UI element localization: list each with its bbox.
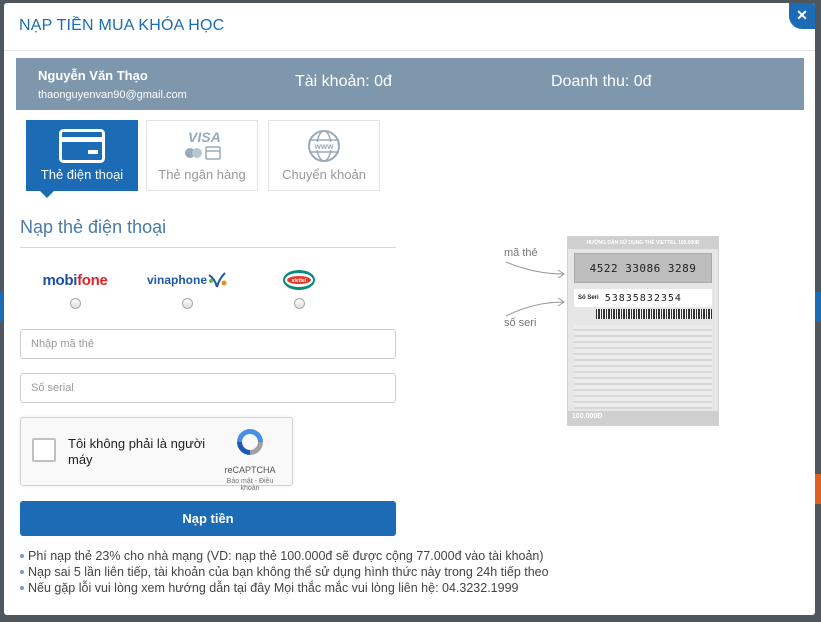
www-globe-icon: www <box>269 121 379 163</box>
visa-mastercard-icon: VISA <box>147 121 257 163</box>
card-denomination: 100.000Đ <box>568 411 718 425</box>
section-divider <box>20 247 396 248</box>
note-item: Nạp sai 5 lần liên tiếp, tài khoản của b… <box>20 564 549 580</box>
section-title: Nạp thẻ điện thoại <box>20 217 167 237</box>
tab-bank-transfer[interactable]: www Chuyển khoản <box>268 120 380 191</box>
note-item: Nếu gặp lỗi vui lòng xem hướng dẫn tại đ… <box>20 580 549 596</box>
close-button[interactable]: ✕ <box>789 3 815 29</box>
close-icon: ✕ <box>796 7 808 23</box>
topup-modal: NẠP TIỀN MUA KHÓA HỌC ✕ Nguyễn Văn Thạo … <box>4 3 815 615</box>
recaptcha-brand: reCAPTCHA <box>224 465 276 475</box>
note-item: Phí nạp thẻ 23% cho nhà mạng (VD: nạp th… <box>20 548 549 564</box>
tab-label: Chuyển khoản <box>282 167 366 182</box>
carrier-viettel[interactable]: viettel <box>244 265 354 314</box>
svg-text:viettel: viettel <box>292 278 307 284</box>
recaptcha-logo: reCAPTCHA Bảo mật - Điều khoản <box>220 426 280 492</box>
arrow-icon <box>505 297 565 317</box>
mobifone-radio[interactable] <box>69 298 81 309</box>
viettel-radio[interactable] <box>293 298 305 309</box>
tab-label: Thẻ điện thoại <box>40 167 124 182</box>
recaptcha-icon <box>237 429 263 455</box>
user-info-bar: Nguyễn Văn Thạo thaonguyenvan90@gmail.co… <box>16 58 804 110</box>
tab-label: Thẻ ngân hàng <box>158 167 246 182</box>
modal-title: NẠP TIỀN MUA KHÓA HỌC <box>19 17 225 34</box>
user-name: Nguyễn Văn Thạo <box>38 68 148 83</box>
user-email: thaonguyenvan90@gmail.com <box>38 89 187 101</box>
scratch-card-image: HƯỚNG DẪN SỬ DỤNG THẺ VIETTEL 100.000Đ 4… <box>567 236 719 426</box>
carrier-vinaphone[interactable]: vinaphone <box>132 265 242 314</box>
credit-card-icon <box>27 121 137 163</box>
arrow-icon <box>505 261 565 279</box>
svg-text:www: www <box>314 142 334 151</box>
recaptcha-label: Tôi không phải là người máy <box>68 436 206 467</box>
card-illustration: mã thẻ số seri HƯỚNG DẪN SỬ DỤNG THẺ VIE… <box>496 236 726 428</box>
recaptcha-checkbox[interactable] <box>32 438 56 462</box>
card-header: HƯỚNG DẪN SỬ DỤNG THẺ VIETTEL 100.000Đ <box>568 237 718 249</box>
carrier-selector: mobi fone vinaphone viettel <box>20 265 396 311</box>
card-fine-print <box>574 325 712 409</box>
modal-header: NẠP TIỀN MUA KHÓA HỌC <box>4 3 815 51</box>
info-notes: Phí nạp thẻ 23% cho nhà mạng (VD: nạp th… <box>20 548 549 596</box>
tab-bank-card[interactable]: VISA Thẻ ngân hàng <box>146 120 258 191</box>
card-serial-row: Số Seri 53835832354 <box>574 289 712 307</box>
vinaphone-radio[interactable] <box>181 298 193 309</box>
revenue-balance: Doanh thu: 0đ <box>551 73 652 90</box>
account-balance: Tài khoản: 0đ <box>295 73 392 90</box>
card-code-input[interactable]: Nhập mã thẻ <box>20 329 396 359</box>
tab-phone-card[interactable]: Thẻ điện thoại <box>26 120 138 198</box>
card-serial-input[interactable]: Số serial <box>20 373 396 403</box>
card-code-area: 4522 33086 3289 <box>574 253 712 283</box>
serial-label: số seri <box>504 317 537 329</box>
carrier-mobifone[interactable]: mobi fone <box>20 265 130 314</box>
vinaphone-logo: vinaphone <box>132 265 242 295</box>
mobifone-logo: mobi fone <box>42 271 108 289</box>
topup-submit-button[interactable]: Nạp tiền <box>20 501 396 536</box>
svg-text:VISA: VISA <box>188 129 221 145</box>
recaptcha-links[interactable]: Bảo mật - Điều khoản <box>220 478 280 492</box>
recaptcha-widget: Tôi không phải là người máy reCAPTCHA Bả… <box>20 417 293 492</box>
code-label: mã thẻ <box>504 247 538 259</box>
viettel-logo: viettel <box>244 265 354 295</box>
barcode <box>596 309 712 319</box>
